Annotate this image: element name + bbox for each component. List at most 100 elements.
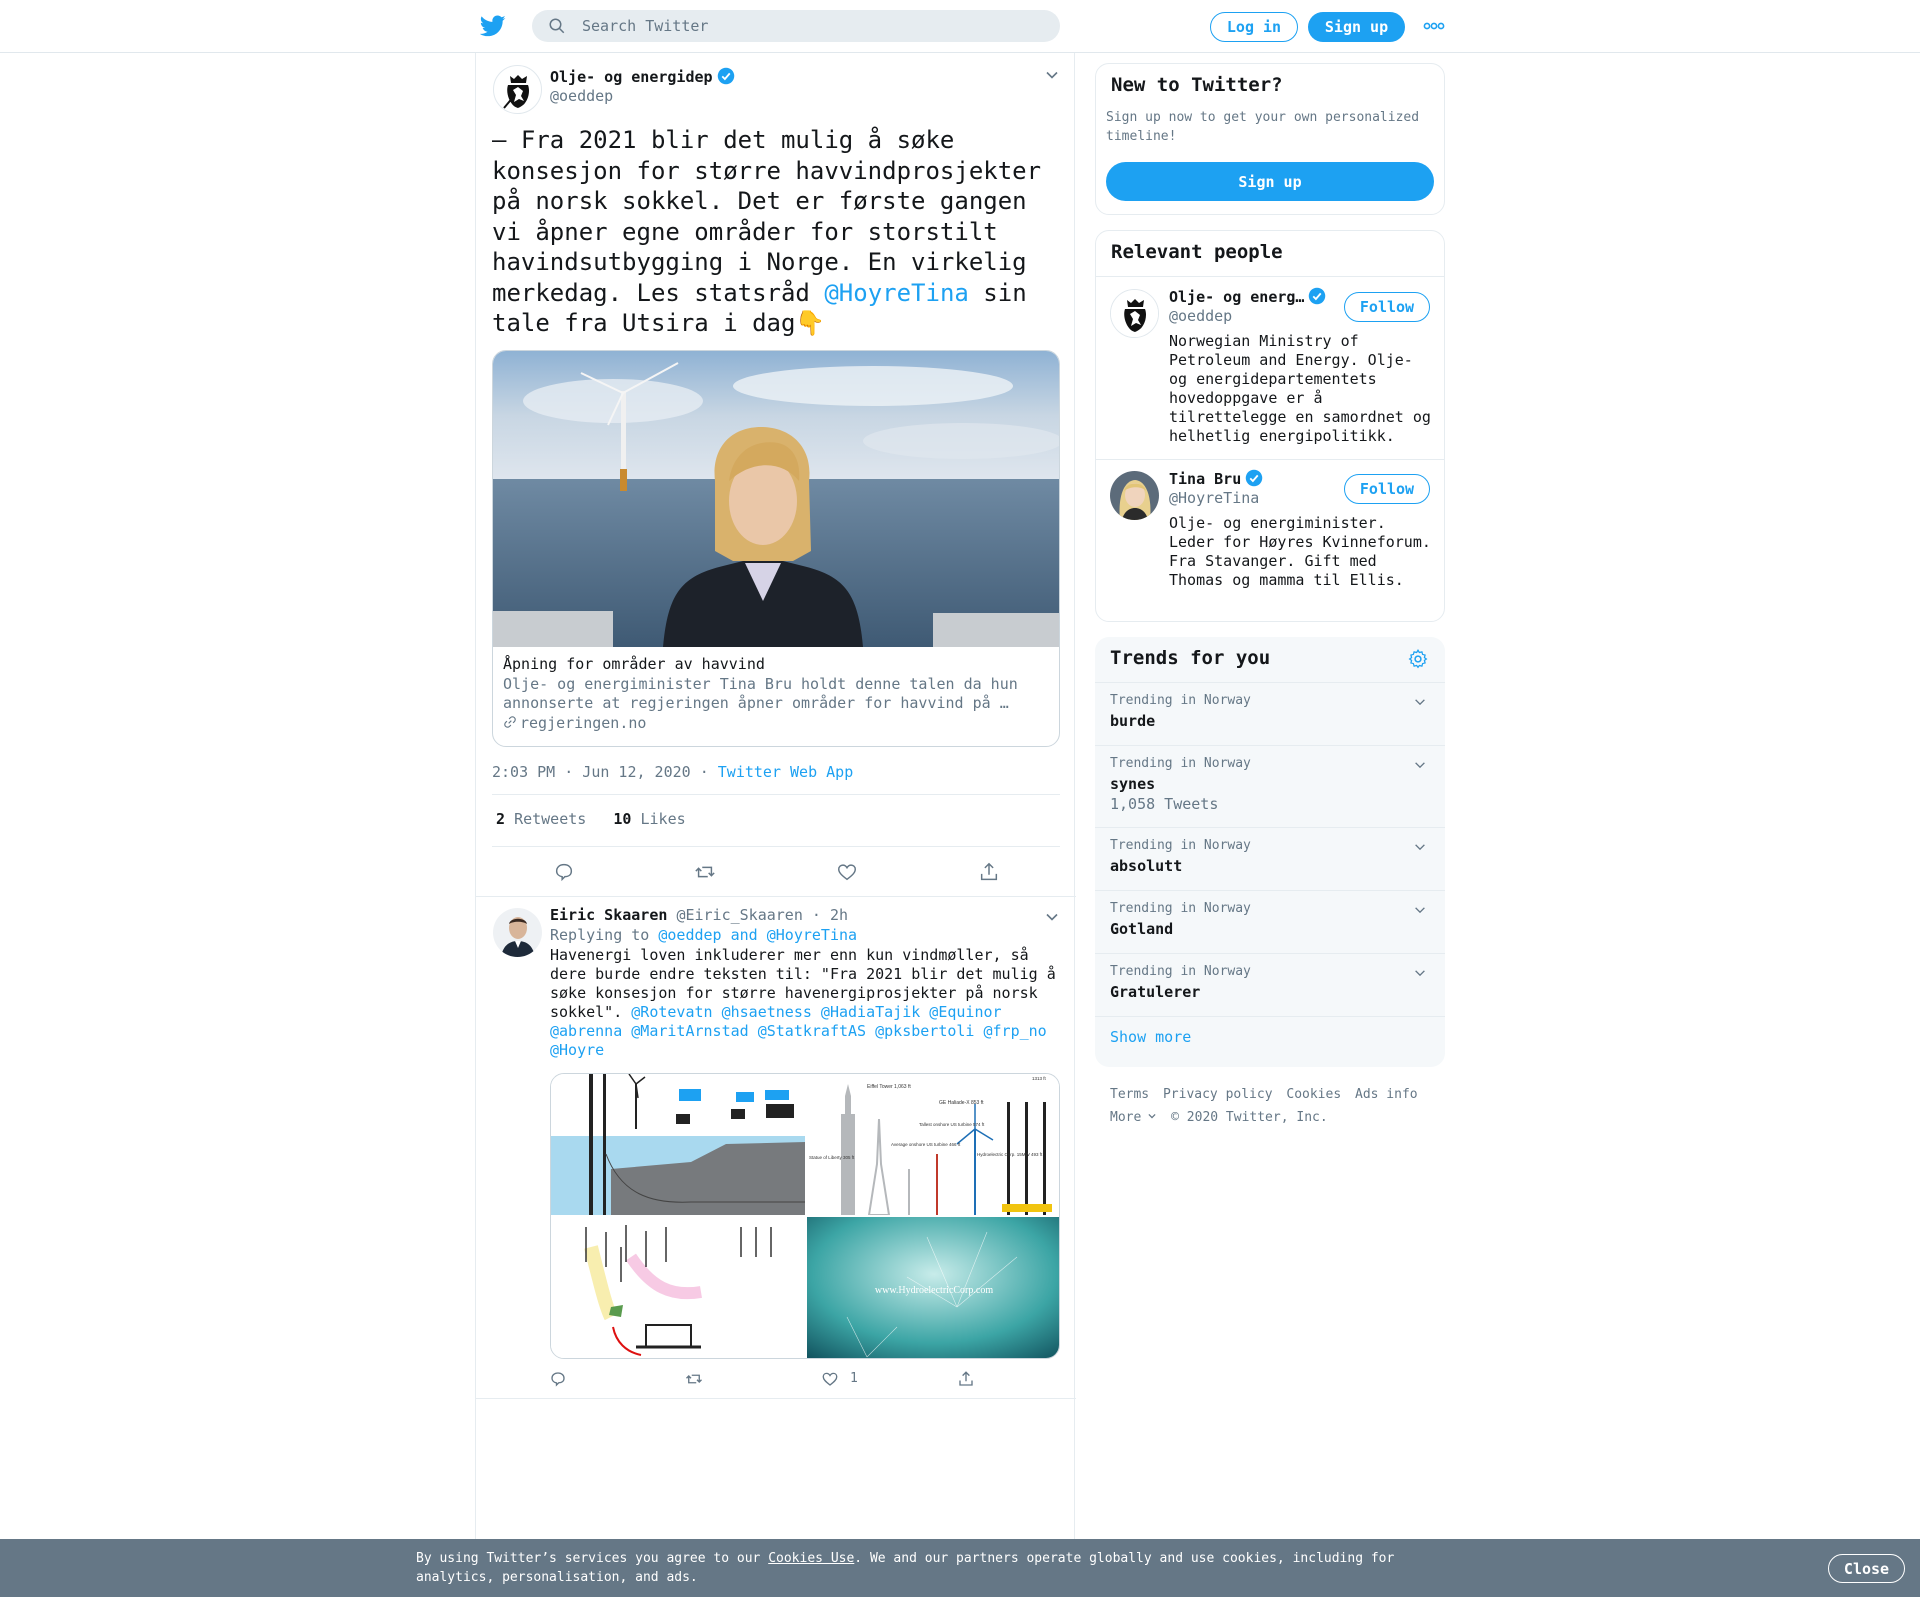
chevron-down-icon[interactable] [1413, 966, 1427, 980]
reply-media-grid[interactable]: Eiffel Tower 1,063 ft GE Haliade-X 853 f… [550, 1073, 1060, 1359]
chevron-down-icon[interactable] [1413, 758, 1427, 772]
media-label: GE Haliade-X 853 ft [939, 1100, 984, 1106]
person-handle[interactable]: @HoyreTina [1169, 489, 1259, 507]
link-card[interactable]: Åpning for områder av havvind Olje- og e… [492, 350, 1060, 747]
card-title: Åpning for områder av havvind [503, 655, 765, 673]
chevron-down-icon[interactable] [1044, 909, 1060, 925]
footer-ads-link[interactable]: Ads info [1355, 1087, 1418, 1102]
trend-context: Trending in Norway [1110, 838, 1251, 853]
person-avatar[interactable] [1110, 471, 1159, 520]
media-image-wind-farm[interactable] [551, 1217, 805, 1359]
reply-author-name[interactable]: Eiric Skaaren [550, 906, 667, 924]
card-domain: regjeringen.no [503, 714, 646, 732]
link-icon [504, 716, 516, 728]
cookie-close-button[interactable]: Close [1828, 1554, 1905, 1583]
trend-item[interactable]: Trending in Norway synes 1,058 Tweets [1095, 745, 1445, 827]
share-icon[interactable] [957, 1370, 975, 1388]
mention-link[interactable]: @HoyreTina [824, 279, 969, 307]
reply-text: Havenergi loven inkluderer mer enn kun v… [550, 946, 1065, 1060]
media-image-dandelion[interactable]: www.HydroelectricCorp.com [807, 1217, 1060, 1359]
cookie-text: By using Twitter’s services you agree to… [416, 1549, 1416, 1587]
person-name[interactable]: Olje- og energ… [1169, 287, 1326, 306]
card-description: Olje- og energiminister Tina Bru holdt d… [503, 675, 1018, 712]
footer-more-menu[interactable]: More [1110, 1110, 1157, 1125]
trend-item[interactable]: Trending in Norway Gratulerer [1095, 953, 1445, 1016]
show-more-link[interactable]: Show more [1110, 1028, 1191, 1046]
tweet-stats: 2 Retweets 10 Likes [496, 810, 686, 828]
retweet-icon[interactable] [694, 861, 716, 883]
new-to-twitter-panel: New to Twitter? Sign up now to get your … [1095, 63, 1445, 215]
divider [492, 794, 1060, 795]
replying-to-users-link[interactable]: @oeddep and @HoyreTina [658, 926, 857, 944]
trend-item[interactable]: Trending in Norway burde [1095, 682, 1445, 745]
more-options-icon[interactable] [1423, 18, 1445, 34]
follow-button[interactable]: Follow [1344, 292, 1430, 322]
like-icon[interactable] [821, 1370, 839, 1388]
panel-title: New to Twitter? [1111, 74, 1283, 96]
trends-panel: Trends for you Trending in Norway burde … [1095, 637, 1445, 1067]
author-avatar[interactable] [493, 65, 542, 114]
tweet-source-link[interactable]: Twitter Web App [718, 763, 853, 781]
media-image-offshore-diagram[interactable] [551, 1074, 805, 1215]
retweet-icon[interactable] [685, 1370, 703, 1388]
likes-stat[interactable]: 10 Likes [613, 810, 685, 828]
reply-author-handle[interactable]: @Eiric_Skaaren [676, 906, 802, 924]
gear-icon[interactable] [1408, 649, 1428, 669]
trend-item[interactable]: Trending in Norway absolutt [1095, 827, 1445, 890]
sidebar-signup-button[interactable]: Sign up [1106, 162, 1434, 201]
reply-time[interactable]: · 2h [812, 906, 848, 924]
chevron-down-icon[interactable] [1413, 840, 1427, 854]
search-box[interactable] [532, 10, 1060, 42]
reply-icon[interactable] [553, 861, 575, 883]
trend-name: absolutt [1110, 857, 1183, 875]
login-button[interactable]: Log in [1210, 12, 1298, 42]
search-input[interactable] [582, 17, 1022, 35]
meta-separator: · [699, 763, 709, 781]
author-name[interactable]: Olje- og energidep [550, 67, 735, 86]
retweets-count: 2 [496, 810, 506, 828]
main-column: Olje- og energidep @oeddep — Fra 2021 bl… [475, 53, 1076, 1597]
chevron-down-icon[interactable] [1413, 903, 1427, 917]
person-bio: Norwegian Ministry of Petroleum and Ener… [1169, 332, 1431, 445]
trend-context: Trending in Norway [1110, 901, 1251, 916]
media-label: Eiffel Tower 1,063 ft [867, 1084, 911, 1090]
footer-privacy-link[interactable]: Privacy policy [1163, 1087, 1273, 1102]
author-handle[interactable]: @oeddep [550, 87, 613, 105]
verified-badge-icon [1309, 287, 1326, 305]
trend-name: synes [1110, 775, 1156, 793]
footer-cookies-link[interactable]: Cookies [1286, 1087, 1341, 1102]
replying-to-label: Replying to [550, 926, 650, 944]
person-name[interactable]: Tina Bru [1169, 469, 1263, 488]
chevron-down-icon[interactable] [1044, 67, 1060, 83]
panel-text: Sign up now to get your own personalized… [1106, 110, 1420, 144]
cookie-text-part: By using Twitter’s services you agree to… [416, 1551, 769, 1566]
person-name-text: Olje- og energ… [1169, 288, 1305, 306]
like-icon[interactable] [836, 861, 858, 883]
tweet-time[interactable]: 2:03 PM · Jun 12, 2020 [492, 763, 691, 781]
twitter-logo-icon[interactable] [480, 13, 506, 39]
chevron-down-icon [1148, 1113, 1156, 1119]
media-label: 1313 ft [1032, 1076, 1047, 1081]
trend-context: Trending in Norway [1110, 756, 1251, 771]
trend-tweet-count: 1,058 Tweets [1110, 795, 1219, 813]
trend-item[interactable]: Trending in Norway Gotland [1095, 890, 1445, 953]
share-icon[interactable] [978, 861, 1000, 883]
person-name-text: Tina Bru [1169, 470, 1242, 488]
chevron-down-icon[interactable] [1413, 695, 1427, 709]
cookies-use-link[interactable]: Cookies Use [768, 1551, 854, 1566]
signup-button[interactable]: Sign up [1308, 12, 1405, 42]
person-handle[interactable]: @oeddep [1169, 307, 1232, 325]
person-avatar[interactable] [1110, 289, 1159, 338]
media-label: Average onshore US turbine 466 ft [891, 1142, 961, 1147]
panel-title: Trends for you [1110, 647, 1271, 669]
media-label: Statue of Liberty 305 ft [809, 1155, 855, 1160]
reply-author-avatar[interactable] [493, 908, 542, 957]
relevant-people-panel: Relevant people Olje- og energ… @oeddep … [1095, 230, 1445, 622]
divider [1095, 1016, 1445, 1017]
retweets-stat[interactable]: 2 Retweets [496, 810, 586, 828]
reply-icon[interactable] [549, 1370, 567, 1388]
footer-terms-link[interactable]: Terms [1110, 1087, 1149, 1102]
media-image-height-comparison[interactable]: Eiffel Tower 1,063 ft GE Haliade-X 853 f… [807, 1074, 1060, 1215]
trend-name: burde [1110, 712, 1156, 730]
follow-button[interactable]: Follow [1344, 474, 1430, 504]
